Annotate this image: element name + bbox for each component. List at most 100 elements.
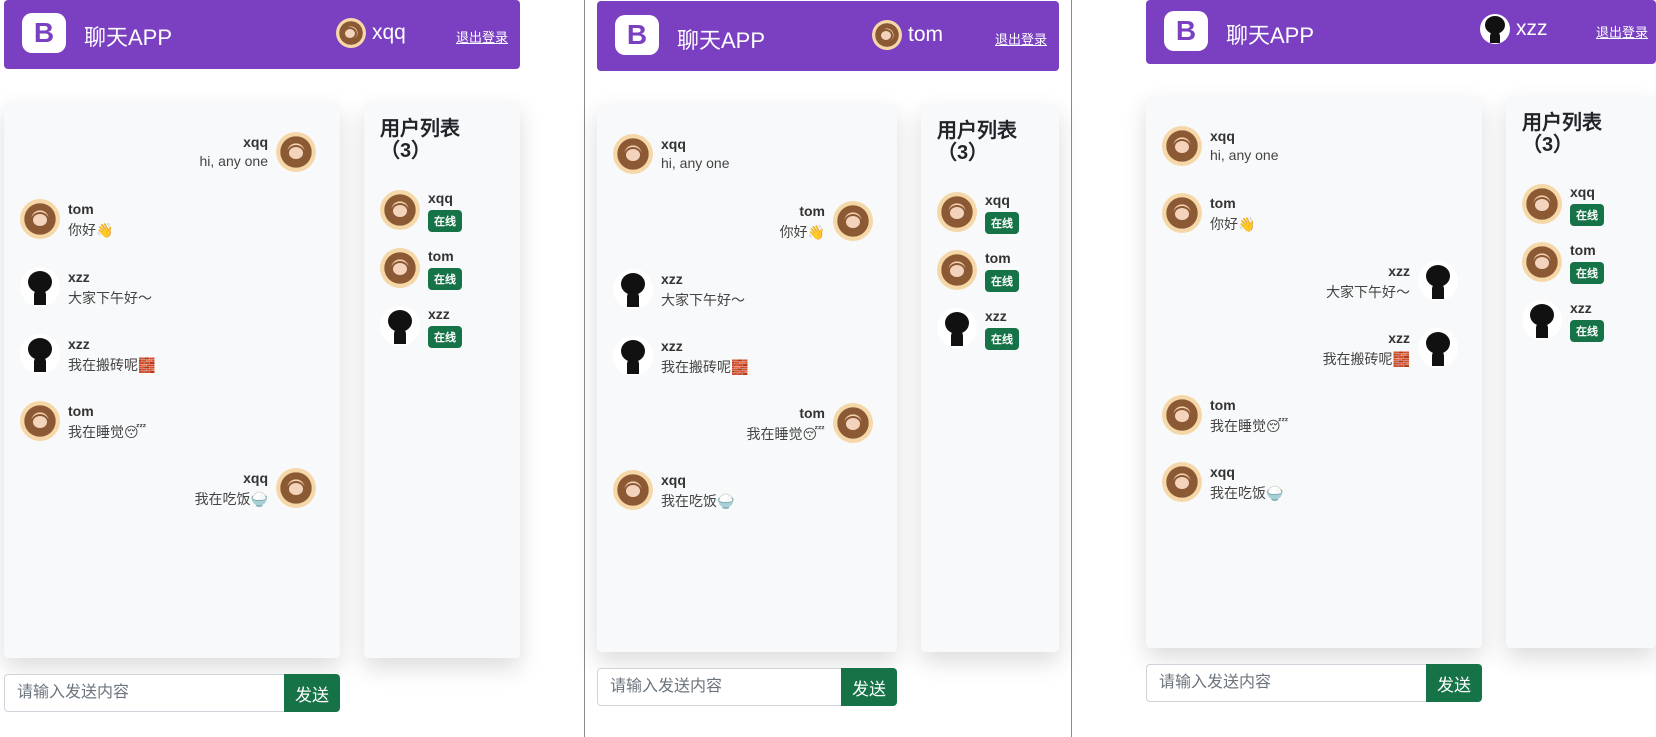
message-text: 我在搬砖呢🧱 — [1322, 351, 1410, 367]
message-text: hi, any one — [1210, 147, 1279, 163]
message-avatar — [20, 267, 60, 307]
online-badge: 在线 — [985, 270, 1019, 292]
send-button[interactable]: 发送 — [1426, 664, 1482, 702]
message-text: 我在搬砖呢🧱 — [661, 359, 749, 375]
logout-link[interactable]: 退出登录 — [995, 29, 1047, 48]
message-text: hi, any one — [199, 153, 269, 169]
message-avatar — [276, 468, 316, 508]
navbar: B 聊天APP xzz 退出登录 — [1146, 0, 1656, 64]
online-badge: 在线 — [428, 210, 462, 232]
message-avatar — [613, 336, 653, 376]
online-badge: 在线 — [428, 326, 462, 348]
message-sender: xzz — [1388, 263, 1410, 279]
user-list-item: xzz 在线 — [380, 306, 462, 348]
message-avatar — [20, 199, 60, 239]
message-avatar — [833, 201, 873, 241]
user-list-item: xqq 在线 — [1522, 184, 1604, 226]
message-item: xqq 我在吃饭🍚 — [4, 468, 316, 509]
message-avatar — [276, 132, 316, 172]
message-sender: xqq — [1210, 464, 1235, 480]
bootstrap-logo-icon: B — [1164, 11, 1208, 51]
user-name: tom — [1570, 242, 1596, 258]
message-item: tom 我在睡觉😴 — [597, 403, 873, 444]
message-sender: tom — [68, 201, 94, 217]
message-text: 我在搬砖呢🧱 — [68, 357, 156, 373]
user-list-item: tom 在线 — [1522, 242, 1604, 284]
message-item: tom 我在睡觉😴 — [1162, 395, 1288, 436]
send-button[interactable]: 发送 — [284, 674, 340, 712]
message-avatar — [1418, 328, 1458, 368]
message-item: xqq hi, any one — [613, 134, 730, 174]
user-name: xzz — [985, 308, 1007, 324]
window-divider — [1071, 0, 1072, 737]
online-badge: 在线 — [1570, 262, 1604, 284]
message-avatar — [613, 470, 653, 510]
send-button[interactable]: 发送 — [841, 668, 897, 706]
logout-link[interactable]: 退出登录 — [456, 27, 508, 46]
user-list-title: 用户列表 （3） — [1522, 112, 1602, 156]
message-item: xqq hi, any one — [4, 132, 316, 172]
message-text: 我在睡觉😴 — [746, 426, 825, 442]
message-sender: xqq — [243, 134, 268, 150]
message-sender: tom — [799, 405, 825, 421]
current-user: xqq — [336, 18, 406, 48]
online-badge: 在线 — [985, 328, 1019, 350]
app-title: 聊天APP — [1226, 23, 1315, 48]
message-item: tom 你好👋 — [1162, 193, 1255, 234]
message-avatar — [613, 134, 653, 174]
user-list-panel: 用户列表 （3） xqq 在线 tom 在线 xzz 在线 — [364, 102, 520, 658]
message-text: 我在睡觉😴 — [1210, 418, 1289, 434]
navbar: B 聊天APP xqq 退出登录 — [4, 0, 520, 69]
user-avatar — [1522, 300, 1562, 340]
message-avatar — [833, 403, 873, 443]
message-input[interactable] — [1146, 664, 1426, 702]
message-text: 大家下午好～ — [68, 290, 152, 306]
message-sender: xzz — [68, 336, 90, 352]
user-avatar — [937, 308, 977, 348]
user-name: xqq — [428, 190, 453, 206]
message-item: xzz 我在搬砖呢🧱 — [1146, 328, 1458, 369]
current-user: tom — [872, 20, 943, 50]
message-text: 你好👋 — [1210, 216, 1256, 232]
message-text: 我在吃饭🍚 — [1210, 485, 1284, 501]
message-item: tom 我在睡觉😴 — [20, 401, 146, 442]
user-name: xqq — [985, 192, 1010, 208]
message-item: tom 你好👋 — [20, 199, 113, 240]
user-list-item: xqq 在线 — [937, 192, 1019, 234]
bootstrap-logo-icon: B — [615, 15, 659, 55]
message-text: 我在吃饭🍚 — [661, 493, 735, 509]
message-input-row: 发送 — [4, 674, 340, 712]
current-user-name: tom — [908, 23, 944, 46]
user-avatar — [380, 306, 420, 346]
user-list-item: xqq 在线 — [380, 190, 462, 232]
message-text: 大家下午好～ — [661, 292, 745, 308]
message-avatar — [1162, 395, 1202, 435]
user-name: tom — [428, 248, 454, 264]
message-sender: tom — [1210, 195, 1236, 211]
current-user-avatar — [336, 18, 366, 48]
user-avatar — [1522, 242, 1562, 282]
current-user-avatar — [872, 20, 902, 50]
logout-link[interactable]: 退出登录 — [1596, 22, 1648, 41]
user-name: xzz — [428, 306, 450, 322]
user-name: tom — [985, 250, 1011, 266]
current-user-name: xqq — [372, 21, 406, 44]
message-input[interactable] — [4, 674, 284, 712]
online-badge: 在线 — [428, 268, 462, 290]
message-sender: xzz — [68, 269, 90, 285]
message-input[interactable] — [597, 668, 841, 706]
current-user-name: xzz — [1516, 17, 1548, 40]
message-avatar — [1162, 462, 1202, 502]
message-sender: xqq — [661, 472, 686, 488]
app-title: 聊天APP — [84, 25, 173, 50]
message-sender: xqq — [243, 470, 268, 486]
bootstrap-logo-icon: B — [22, 13, 66, 53]
message-text: 大家下午好～ — [1326, 284, 1410, 300]
message-item: xqq 我在吃饭🍚 — [613, 470, 734, 511]
window-divider — [584, 0, 585, 737]
message-sender: xzz — [1388, 330, 1410, 346]
message-avatar — [1418, 261, 1458, 301]
message-sender: xzz — [661, 271, 683, 287]
message-avatar — [1162, 126, 1202, 166]
user-list-item: xzz 在线 — [1522, 300, 1604, 342]
